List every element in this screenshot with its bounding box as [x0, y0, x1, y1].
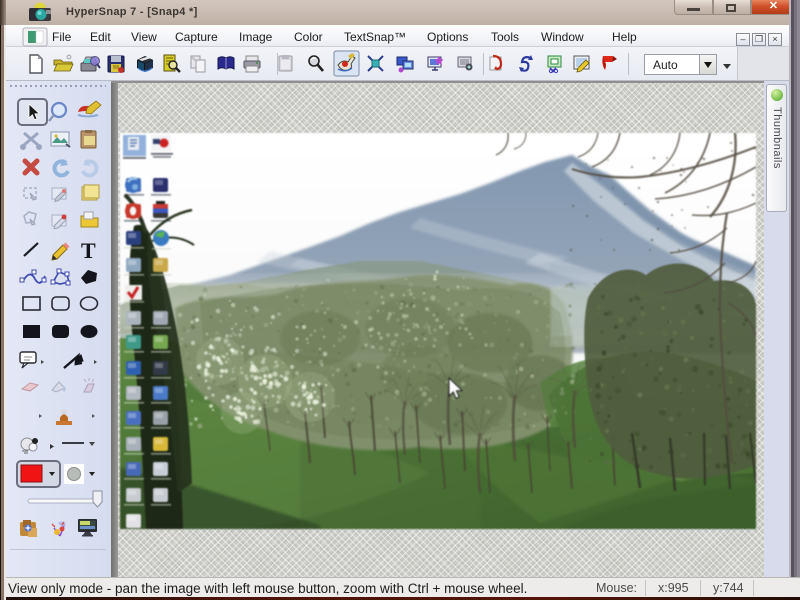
svg-text:T: T: [81, 238, 96, 263]
